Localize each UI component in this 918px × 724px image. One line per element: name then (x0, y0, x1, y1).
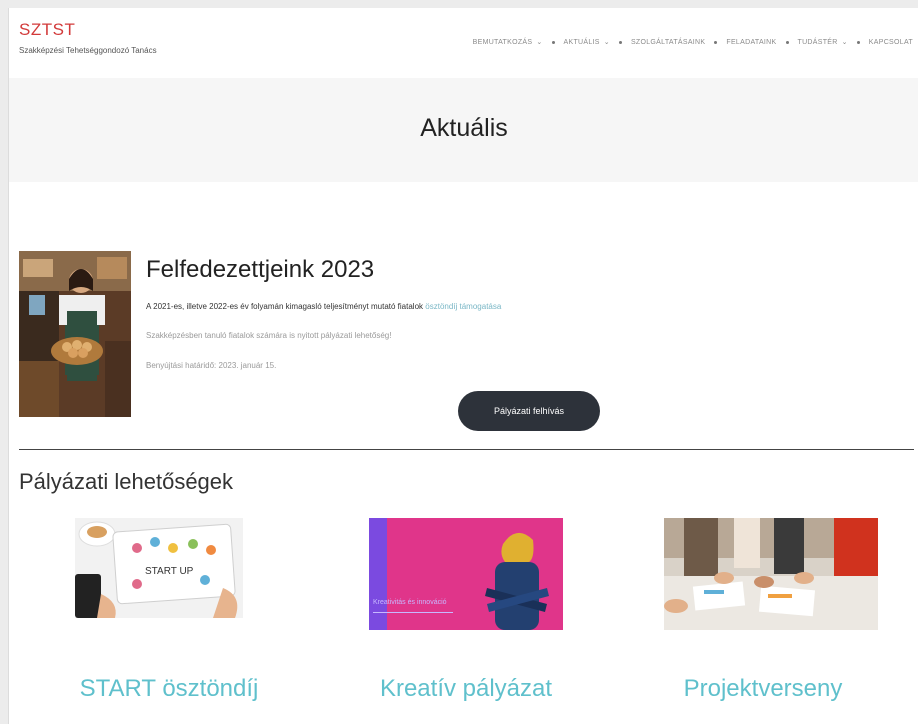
creative-image-text: Kreativitás és innováció (373, 599, 447, 606)
card-title[interactable]: Kreatív pályázat (336, 675, 596, 703)
featured-deadline: Benyújtási határidő: 2023. január 15. (146, 361, 277, 370)
section-divider (19, 449, 914, 450)
startup-image-text: START UP (145, 566, 194, 577)
featured-description-main: A 2021-es, illetve 2022-es év folyamán k… (146, 302, 424, 311)
startup-tablet-illustration: START UP (75, 518, 243, 618)
nav-item-bemutatkozas[interactable]: BEMUTATKOZÁS ⌄ (472, 38, 543, 47)
creative-woman-illustration: Kreativitás és innováció (369, 518, 563, 630)
nav-item-label: AKTUÁLIS (563, 38, 600, 46)
nav-item-label: KAPCSOLAT (868, 38, 913, 46)
featured-description-link[interactable]: ösztöndíj támogatása (425, 302, 501, 311)
nav-item-label: TUDÁSTÉR (797, 38, 838, 46)
page-title: Aktuális (420, 114, 508, 142)
nav-separator (618, 40, 622, 44)
logo-title[interactable]: SZTST (19, 20, 157, 40)
chevron-down-icon: ⌄ (841, 39, 848, 46)
nav-item-tudaster[interactable]: TUDÁSTÉR ⌄ (797, 38, 848, 47)
nav-item-aktualis[interactable]: AKTUÁLIS ⌄ (563, 38, 610, 47)
application-call-button[interactable]: Pályázati felhívás (458, 391, 600, 431)
card-image[interactable] (664, 518, 878, 630)
card-image[interactable]: Kreativitás és innováció (369, 518, 563, 630)
card-image[interactable]: START UP (75, 518, 243, 618)
card-start-osztondij[interactable]: START UP START ösztöndíj (39, 518, 299, 718)
featured-image[interactable] (19, 251, 131, 417)
chevron-down-icon: ⌄ (536, 39, 543, 46)
page-title-band: Aktuális (9, 78, 918, 182)
section-title: Pályázati lehetőségek (19, 469, 234, 494)
featured-note: Szakképzésben tanuló fiatalok számára is… (146, 331, 392, 340)
nav-item-label: BEMUTATKOZÁS (472, 38, 533, 46)
featured-title[interactable]: Felfedezettjeink 2023 (146, 256, 374, 284)
site-header: SZTST Szakképzési Tehetséggondozó Tanács… (9, 8, 918, 78)
card-title[interactable]: Projektverseny (633, 675, 893, 703)
nav-item-feladataink[interactable]: FELADATAINK (726, 39, 776, 46)
nav-item-label: SZOLGÁLTATÁSAINK (630, 38, 706, 46)
nav-separator (551, 40, 555, 44)
page: SZTST Szakképzési Tehetséggondozó Tanács… (8, 8, 918, 724)
nav-item-szolgaltatasaink[interactable]: SZOLGÁLTATÁSAINK (631, 39, 705, 46)
nav-item-kapcsolat[interactable]: KAPCSOLAT (869, 39, 913, 46)
logo-subtitle: Szakképzési Tehetséggondozó Tanács (19, 46, 157, 55)
chevron-down-icon: ⌄ (603, 39, 610, 46)
main-nav: BEMUTATKOZÁS ⌄ AKTUÁLIS ⌄ SZOLGÁLTATÁSAI… (472, 38, 913, 47)
site-logo[interactable]: SZTST Szakképzési Tehetséggondozó Tanács (19, 20, 157, 55)
nav-separator (714, 40, 718, 44)
card-projektverseny[interactable]: Projektverseny (633, 518, 893, 718)
team-table-illustration (664, 518, 878, 630)
card-kreativ-palyazat[interactable]: Kreativitás és innováció Kreatív pályáza… (336, 518, 596, 718)
featured-description: A 2021-es, illetve 2022-es év folyamán k… (146, 302, 501, 311)
nav-separator (856, 40, 860, 44)
card-title[interactable]: START ösztöndíj (39, 675, 299, 703)
nav-separator (785, 40, 789, 44)
bakery-photo-illustration (19, 251, 131, 417)
nav-item-label: FELADATAINK (726, 38, 777, 46)
